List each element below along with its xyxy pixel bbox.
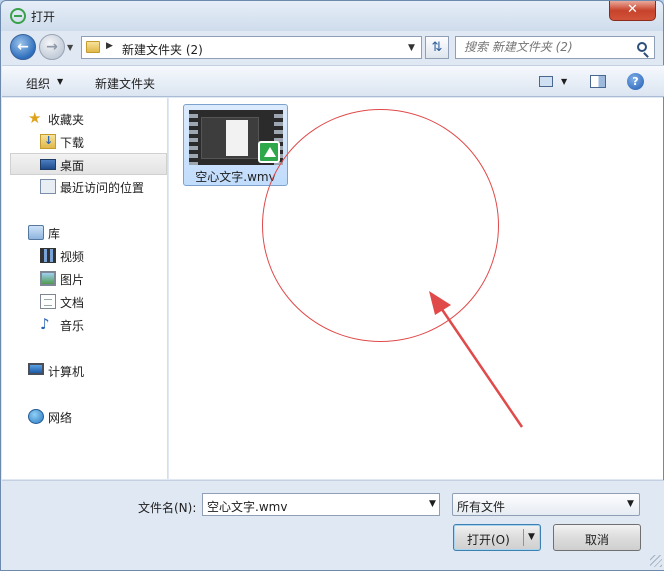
folder-icon [86, 41, 100, 53]
thumbnail-document [226, 120, 248, 156]
command-toolbar: 组织 ▼ 新建文件夹 ▼ ? [2, 65, 664, 97]
download-folder-icon [40, 134, 56, 149]
chevron-down-icon[interactable]: ▼ [57, 77, 63, 86]
refresh-button[interactable]: ⇅ [425, 36, 449, 59]
open-file-dialog: 打开 ✕ ← → ▼ ▶ 新建文件夹 (2) ▼ ⇅ 组织 ▼ 新建文件夹 ▼ … [0, 0, 664, 571]
libraries-icon [28, 225, 44, 240]
nav-item-documents[interactable]: 文档 [40, 291, 163, 313]
search-box[interactable] [455, 36, 655, 59]
nav-network[interactable]: 网络 [28, 406, 163, 428]
breadcrumb-arrow-icon[interactable]: ▶ [106, 41, 113, 51]
cancel-button[interactable]: 取消 [553, 524, 641, 551]
file-type-chevron-icon[interactable]: ▼ [627, 499, 634, 509]
nav-favorites-label: 收藏夹 [48, 113, 85, 127]
navigation-pane: ★ 收藏夹 下载 桌面 最近访问的位置 库 视频 图片 文档 [2, 98, 168, 479]
recent-places-icon [40, 179, 56, 194]
annotation-circle [262, 109, 499, 342]
nav-item-label: 视频 [60, 250, 85, 264]
file-type-value[interactable]: 所有文件 [457, 498, 505, 515]
search-icon[interactable] [637, 42, 647, 52]
organize-button[interactable]: 组织 [26, 75, 50, 92]
open-button-label: 打开(O) [467, 533, 510, 547]
open-options-chevron-icon[interactable]: ▼ [528, 532, 535, 542]
forward-button[interactable]: → [39, 34, 65, 60]
address-dropdown-icon[interactable]: ▼ [408, 43, 415, 53]
nav-computer[interactable]: 计算机 [28, 360, 163, 382]
nav-item-downloads[interactable]: 下载 [40, 131, 163, 153]
network-icon [28, 409, 44, 424]
file-item-selected[interactable]: 空心文字.wmv [183, 104, 288, 186]
help-icon[interactable]: ? [627, 73, 644, 90]
cancel-button-label: 取消 [584, 533, 609, 547]
breadcrumb-current-folder[interactable]: 新建文件夹 (2) [122, 41, 203, 58]
pictures-library-icon [40, 271, 56, 286]
nav-item-label: 图片 [60, 273, 85, 287]
open-split-divider [523, 529, 524, 546]
file-name: 空心文字.wmv [195, 170, 276, 184]
nav-item-pictures[interactable]: 图片 [40, 268, 163, 290]
nav-item-music[interactable]: ♪ 音乐 [40, 314, 163, 336]
app-icon [10, 8, 26, 24]
filename-history-chevron-icon[interactable]: ▼ [429, 499, 436, 509]
change-view-icon[interactable] [539, 76, 553, 87]
nav-computer-label: 计算机 [48, 365, 85, 379]
nav-item-label: 音乐 [60, 319, 85, 333]
star-icon: ★ [28, 109, 42, 127]
filename-input[interactable]: 空心文字.wmv ▼ [202, 493, 440, 516]
annotation-arrow [429, 291, 524, 428]
address-row: ← → ▼ ▶ 新建文件夹 (2) ▼ ⇅ [1, 31, 663, 63]
nav-item-label: 文档 [60, 296, 85, 310]
preview-pane-icon[interactable] [590, 75, 606, 88]
resize-grip-icon[interactable] [650, 555, 662, 567]
close-button[interactable]: ✕ [609, 1, 656, 21]
nav-libraries-label: 库 [48, 227, 61, 241]
documents-library-icon [40, 294, 56, 309]
nav-item-videos[interactable]: 视频 [40, 245, 163, 267]
open-button[interactable]: 打开(O) ▼ [453, 524, 541, 551]
filmstrip-left [189, 110, 198, 165]
new-folder-button[interactable]: 新建文件夹 [95, 75, 155, 92]
view-options-chevron-icon[interactable]: ▼ [561, 77, 567, 86]
dialog-footer: 文件名(N): 空心文字.wmv ▼ 所有文件 ▼ 打开(O) ▼ 取消 [2, 480, 664, 570]
window-title: 打开 [31, 10, 56, 24]
address-bar[interactable]: ▶ 新建文件夹 (2) ▼ [81, 36, 422, 59]
filename-value[interactable]: 空心文字.wmv [207, 498, 287, 515]
music-library-icon: ♪ [40, 315, 50, 333]
nav-item-label: 最近访问的位置 [60, 181, 145, 195]
thumbnail-screen [201, 117, 259, 159]
nav-item-desktop[interactable]: 桌面 [10, 153, 167, 175]
computer-icon [28, 363, 44, 375]
nav-item-label: 桌面 [60, 159, 85, 173]
nav-item-recent-places[interactable]: 最近访问的位置 [40, 176, 167, 198]
title-bar: 打开 ✕ [1, 1, 663, 31]
back-button[interactable]: ← [10, 34, 36, 60]
filename-label: 文件名(N): [138, 501, 197, 515]
file-type-select[interactable]: 所有文件 ▼ [452, 493, 640, 516]
video-library-icon [40, 248, 56, 263]
video-player-badge-icon [258, 141, 280, 163]
nav-item-label: 下载 [60, 136, 85, 150]
file-list-pane[interactable]: 空心文字.wmv [169, 98, 663, 479]
search-input[interactable] [464, 40, 634, 54]
nav-libraries[interactable]: 库 [28, 222, 163, 244]
nav-favorites[interactable]: ★ 收藏夹 [28, 108, 163, 130]
history-dropdown-icon[interactable]: ▼ [67, 43, 73, 52]
nav-network-label: 网络 [48, 411, 73, 425]
desktop-icon [40, 159, 56, 170]
